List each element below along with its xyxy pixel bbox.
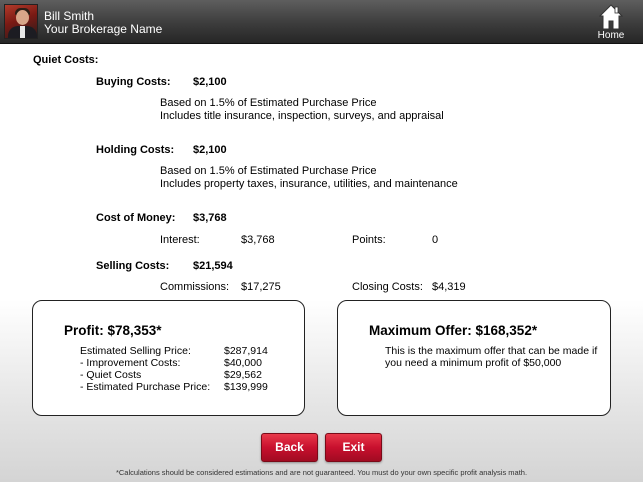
buying-costs-value: $2,100 (193, 76, 227, 88)
home-icon (599, 4, 623, 30)
holding-costs-value: $2,100 (193, 144, 227, 156)
back-button[interactable]: Back (261, 433, 318, 462)
avatar (4, 4, 38, 39)
interest-label: Interest: (160, 234, 200, 246)
exit-button[interactable]: Exit (325, 433, 382, 462)
profit-row-value: $29,562 (224, 369, 262, 381)
holding-costs-note-2: Includes property taxes, insurance, util… (160, 178, 458, 190)
profit-row-label: - Quiet Costs (80, 369, 142, 381)
home-label: Home (597, 30, 625, 41)
buying-costs-note-2: Includes title insurance, inspection, su… (160, 110, 444, 122)
commissions-label: Commissions: (160, 281, 230, 293)
commissions-value: $17,275 (241, 281, 281, 293)
profit-panel: Profit: $78,353* Estimated Selling Price… (32, 300, 305, 416)
profit-row-value: $139,999 (224, 381, 268, 393)
app-header: Bill Smith Your Brokerage Name Home (0, 0, 643, 44)
selling-costs-value: $21,594 (193, 260, 233, 272)
profit-title: Profit: $78,353* (64, 323, 162, 338)
interest-value: $3,768 (241, 234, 275, 246)
agent-name: Bill Smith (44, 9, 95, 23)
points-value: 0 (432, 234, 439, 246)
cost-of-money-label: Cost of Money: (96, 212, 176, 224)
selling-costs-label: Selling Costs: (96, 260, 170, 272)
points-label: Points: (352, 234, 386, 246)
disclaimer: *Calculations should be considered estim… (115, 468, 528, 477)
holding-costs-label: Holding Costs: (96, 144, 175, 156)
max-offer-note-2: you need a minimum profit of $50,000 (385, 357, 562, 369)
profit-row-value: $287,914 (224, 345, 268, 357)
cost-of-money-value: $3,768 (193, 212, 227, 224)
profit-row-label: - Estimated Purchase Price: (80, 381, 211, 393)
max-offer-note-1: This is the maximum offer that can be ma… (385, 345, 598, 357)
max-offer-title: Maximum Offer: $168,352* (369, 323, 538, 338)
closing-costs-label: Closing Costs: (352, 281, 423, 293)
buying-costs-note-1: Based on 1.5% of Estimated Purchase Pric… (160, 97, 377, 109)
closing-costs-value: $4,319 (432, 281, 466, 293)
profit-row-label: Estimated Selling Price: (80, 345, 191, 357)
max-offer-panel: Maximum Offer: $168,352* This is the max… (337, 300, 611, 416)
quiet-costs-heading: Quiet Costs: (33, 54, 99, 66)
profit-row-label: - Improvement Costs: (80, 357, 181, 369)
home-button[interactable]: Home (595, 4, 627, 42)
holding-costs-note-1: Based on 1.5% of Estimated Purchase Pric… (160, 165, 377, 177)
profit-row-value: $40,000 (224, 357, 262, 369)
brokerage-name: Your Brokerage Name (44, 22, 163, 36)
buying-costs-label: Buying Costs: (96, 76, 171, 88)
